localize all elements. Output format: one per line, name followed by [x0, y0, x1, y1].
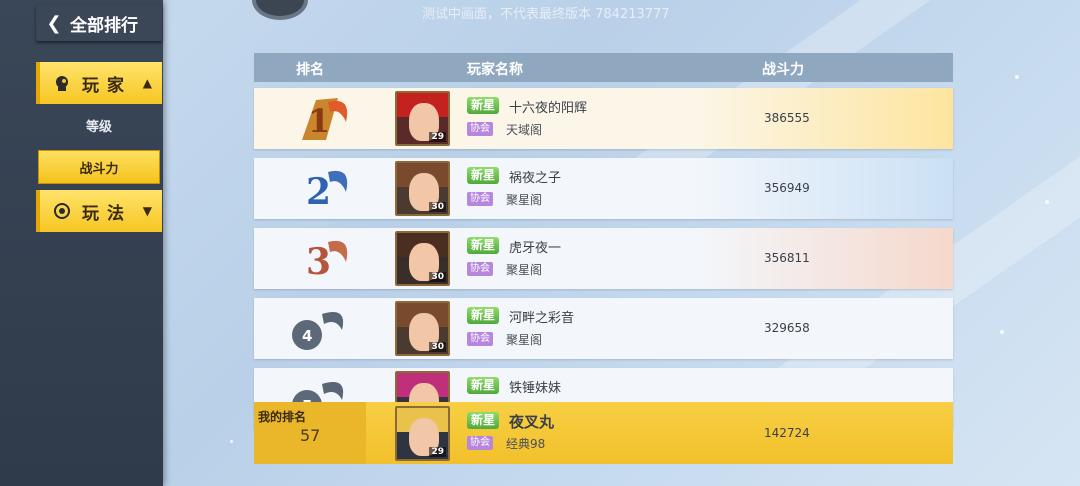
rank-1-badge-icon: 1 — [302, 98, 348, 140]
my-power-value: 142724 — [764, 426, 810, 440]
player-head-icon — [52, 73, 72, 93]
sidebar-item-level[interactable]: 等级 — [38, 108, 160, 142]
category-label: 玩家 — [82, 75, 132, 96]
new-star-tag: 新星 — [467, 377, 500, 394]
player-name: 祸夜之子 — [509, 171, 562, 186]
player-name: 河畔之彩音 — [509, 311, 575, 326]
header-name: 玩家名称 — [467, 62, 523, 78]
mode-badge-icon — [52, 201, 72, 221]
my-rank-label: 我的排名 — [258, 410, 307, 424]
expand-triangle-icon: ▼ — [142, 204, 152, 218]
sparkle — [1045, 200, 1049, 204]
my-level: 29 — [429, 447, 446, 457]
player-name: 虎牙夜一 — [509, 241, 562, 256]
guild-name: 聚星阁 — [506, 333, 543, 347]
test-notice: 测试中画面，不代表最终版本 784213777 — [422, 7, 670, 22]
row-bronze-tint — [693, 228, 953, 289]
my-guild-name: 经典98 — [506, 437, 546, 451]
my-avatar[interactable]: 29 — [395, 406, 450, 461]
table-row[interactable]: 3 30 新星 虎牙夜一 协会 聚星阁 356811 — [254, 228, 953, 289]
sparkle — [230, 440, 233, 443]
my-rank-block: 我的排名 57 — [254, 402, 366, 464]
rank-4-badge-icon: 4 — [292, 312, 344, 350]
player-avatar[interactable]: 30 — [395, 231, 450, 286]
player-level: 30 — [429, 342, 446, 352]
svg-text:1: 1 — [308, 102, 330, 140]
table-row[interactable]: 1 29 新星 十六夜的阳辉 协会 天域阁 386555 — [254, 88, 953, 149]
guild-name: 聚星阁 — [506, 263, 543, 277]
guild-tag: 协会 — [467, 332, 493, 346]
player-level: 30 — [429, 202, 446, 212]
svg-text:2: 2 — [306, 171, 331, 213]
new-star-tag: 新星 — [467, 97, 500, 114]
category-player-button[interactable]: 玩家 ▲ — [36, 62, 162, 104]
header-rank: 排名 — [296, 62, 324, 78]
my-rank-bar: 我的排名 57 29 新星 夜叉丸 协会 经典98 142724 — [254, 402, 953, 464]
sparkle — [1015, 75, 1019, 79]
new-star-tag: 新星 — [467, 167, 500, 184]
guild-tag: 协会 — [467, 122, 493, 136]
collapse-triangle-icon: ▲ — [142, 76, 152, 90]
back-label: 全部排行 — [70, 15, 138, 36]
guild-name: 天域阁 — [506, 123, 543, 137]
guild-tag: 协会 — [467, 192, 493, 206]
back-button[interactable]: ❮ 全部排行 — [36, 5, 162, 41]
table-row[interactable]: 4 30 新星 河畔之彩音 协会 聚星阁 329658 — [254, 298, 953, 359]
svg-text:4: 4 — [302, 327, 312, 345]
back-arrow-icon: ❮ — [46, 12, 62, 34]
new-star-tag: 新星 — [467, 237, 500, 254]
new-star-tag: 新星 — [467, 307, 500, 324]
player-name: 十六夜的阳辉 — [509, 101, 588, 116]
rank-3-badge-icon: 3 — [306, 240, 348, 283]
rank-2-badge-icon: 2 — [306, 170, 348, 213]
sparkle — [1000, 330, 1004, 334]
guild-tag: 协会 — [467, 436, 493, 450]
header-power: 战斗力 — [762, 62, 804, 78]
rank-emblem-icon — [252, 0, 308, 20]
player-avatar[interactable]: 29 — [395, 91, 450, 146]
power-value: 356811 — [764, 251, 810, 265]
my-name: 夜叉丸 — [509, 413, 555, 431]
category-mode-button[interactable]: 玩法 ▼ — [36, 190, 162, 232]
player-level: 29 — [429, 132, 446, 142]
power-value: 386555 — [764, 111, 810, 125]
player-avatar[interactable]: 30 — [395, 301, 450, 356]
player-level: 30 — [429, 272, 446, 282]
sidebar: ❮ 全部排行 玩家 ▲ 等级 战斗力 玩法 ▼ — [0, 0, 163, 486]
row-gold-tint — [693, 88, 953, 149]
guild-tag: 协会 — [467, 262, 493, 276]
player-name: 铁锤妹妹 — [509, 381, 562, 396]
table-row[interactable]: 2 30 新星 祸夜之子 协会 聚星阁 356949 — [254, 158, 953, 219]
category-label: 玩法 — [82, 203, 132, 224]
new-star-tag: 新星 — [467, 412, 500, 429]
svg-text:3: 3 — [306, 241, 331, 283]
power-value: 329658 — [764, 321, 810, 335]
sidebar-item-power[interactable]: 战斗力 — [38, 150, 160, 184]
power-value: 356949 — [764, 181, 810, 195]
my-rank-number: 57 — [300, 426, 321, 445]
table-header: 排名 玩家名称 战斗力 — [254, 53, 953, 82]
row-blue-tint — [693, 158, 953, 219]
guild-name: 聚星阁 — [506, 193, 543, 207]
player-avatar[interactable]: 30 — [395, 161, 450, 216]
